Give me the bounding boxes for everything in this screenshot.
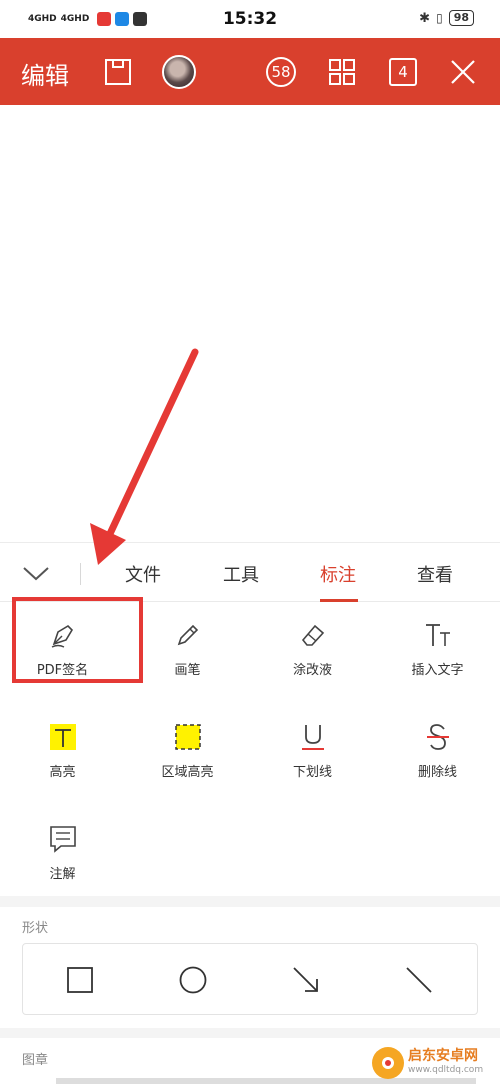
tool-label: 画笔 bbox=[174, 663, 201, 678]
status-right: ✱ ▯ 98 bbox=[419, 10, 474, 26]
tool-label: 删除线 bbox=[417, 765, 457, 780]
tab-file[interactable]: 文件 bbox=[111, 561, 175, 587]
battery-indicator: 98 bbox=[448, 10, 474, 26]
watermark-url: www.qdltdq.com bbox=[408, 1065, 484, 1075]
stamp-section-label: 图章 bbox=[22, 1053, 49, 1068]
tool-underline[interactable]: 下划线 bbox=[250, 720, 375, 780]
tool-label: 涂改液 bbox=[292, 663, 332, 678]
tab-annotate[interactable]: 标注 bbox=[306, 561, 370, 587]
eraser-icon bbox=[301, 624, 324, 646]
tab-tools[interactable]: 工具 bbox=[209, 561, 273, 587]
tool-highlight[interactable]: 高亮 bbox=[0, 720, 125, 780]
section-separator bbox=[0, 896, 500, 907]
tool-label: 注解 bbox=[49, 867, 76, 882]
watermark-logo-icon bbox=[372, 1047, 404, 1079]
tool-label: 下划线 bbox=[292, 765, 332, 780]
strikethrough-icon bbox=[426, 724, 449, 750]
watermark: 启东安卓网 www.qdltdq.com bbox=[372, 1044, 496, 1082]
watermark-text: 启东安卓网 www.qdltdq.com bbox=[408, 1049, 483, 1077]
line-shape-button[interactable] bbox=[402, 963, 436, 997]
grid-icon bbox=[329, 59, 355, 85]
tool-label: 区域高亮 bbox=[161, 765, 214, 780]
page-title: 编辑 bbox=[21, 62, 69, 90]
tool-brush[interactable]: 画笔 bbox=[125, 618, 250, 678]
square-shape-button[interactable] bbox=[63, 963, 97, 997]
comment-icon bbox=[49, 826, 76, 853]
tool-area-highlight[interactable]: 区域高亮 bbox=[125, 720, 250, 780]
avatar[interactable] bbox=[162, 55, 196, 89]
tool-strikethrough[interactable]: 删除线 bbox=[375, 720, 500, 780]
grid-view-button[interactable] bbox=[325, 55, 359, 89]
circle-shape-button[interactable] bbox=[176, 963, 210, 997]
area-highlight-icon bbox=[174, 724, 201, 750]
tool-label: 高亮 bbox=[49, 765, 76, 780]
highlight-text-icon bbox=[49, 724, 76, 750]
page-count-button[interactable]: 58 bbox=[266, 57, 296, 87]
status-bar: 4GHD 4GHD 15:32 ✱ ▯ 98 bbox=[0, 0, 500, 38]
close-button[interactable] bbox=[446, 55, 480, 89]
tab-view[interactable]: 查看 bbox=[403, 561, 467, 587]
bluetooth-icon: ✱ bbox=[419, 10, 431, 26]
tool-insert-text[interactable]: 插入文字 bbox=[375, 618, 500, 678]
save-button[interactable] bbox=[101, 55, 135, 89]
vibrate-icon: ▯ bbox=[436, 11, 443, 25]
watermark-name: 启东安卓网 bbox=[408, 1048, 478, 1064]
text-size-icon bbox=[425, 624, 450, 646]
tab-count-button[interactable]: 4 bbox=[389, 58, 417, 86]
chevron-down-icon bbox=[23, 567, 49, 581]
arrow-shape-icon bbox=[293, 967, 318, 992]
tool-correction-fluid[interactable]: 涂改液 bbox=[250, 618, 375, 678]
annotation-highlight-box bbox=[12, 597, 143, 683]
app-header: 编辑 58 4 bbox=[0, 38, 500, 105]
collapse-panel-button[interactable] bbox=[20, 559, 52, 587]
tab-bar: 文件 工具 标注 查看 bbox=[0, 542, 500, 602]
section-separator bbox=[0, 1028, 500, 1038]
pencil-icon bbox=[177, 624, 198, 646]
arrow-shape-button[interactable] bbox=[289, 963, 323, 997]
square-shape-icon bbox=[67, 967, 93, 993]
shapes-card bbox=[22, 943, 478, 1015]
close-icon bbox=[451, 60, 475, 84]
circle-shape-icon bbox=[179, 966, 207, 994]
line-shape-icon bbox=[406, 967, 432, 993]
tool-label: 插入文字 bbox=[411, 663, 464, 678]
shapes-section-label: 形状 bbox=[22, 921, 49, 936]
underline-icon bbox=[301, 725, 324, 750]
save-icon bbox=[105, 59, 131, 85]
document-canvas[interactable] bbox=[0, 105, 500, 542]
tool-comment[interactable]: 注解 bbox=[0, 822, 125, 882]
tab-divider bbox=[80, 563, 81, 585]
